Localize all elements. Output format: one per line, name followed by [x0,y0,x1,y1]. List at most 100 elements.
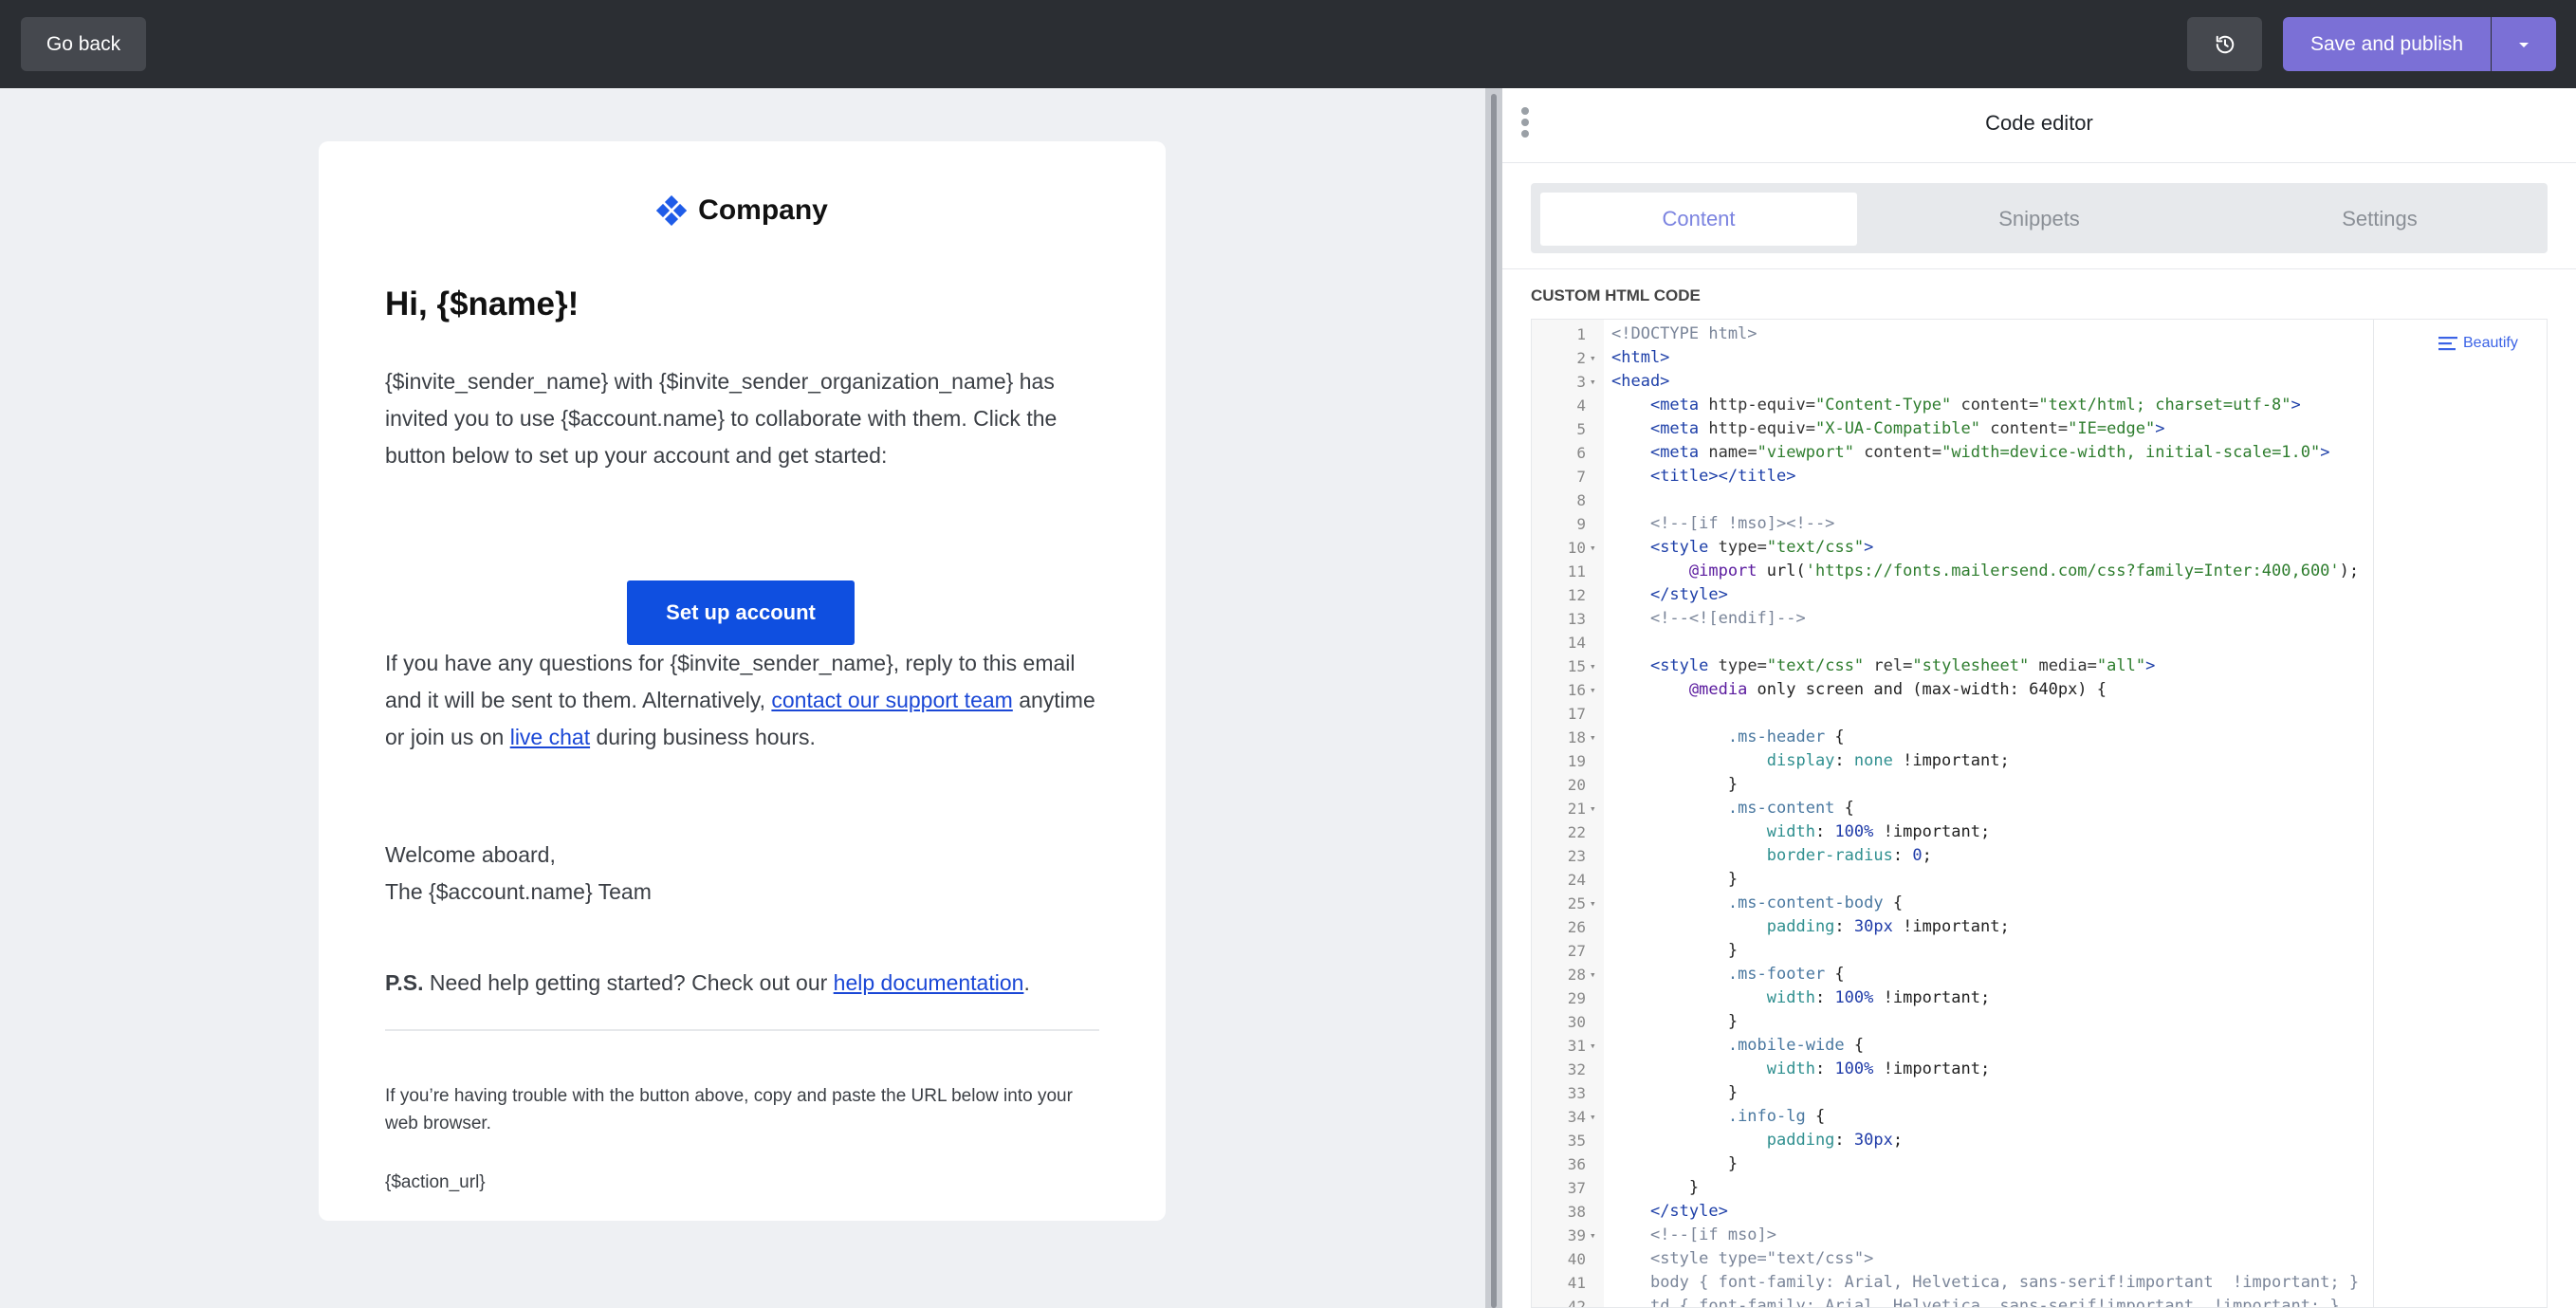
fold-toggle-icon[interactable]: ▾ [1590,654,1596,678]
ps-label: P.S. [385,970,424,995]
code-line[interactable]: 38 </style> [1532,1200,2373,1224]
tab-settings[interactable]: Settings [2221,193,2538,246]
fold-toggle-icon[interactable]: ▾ [1590,1224,1596,1247]
code-line[interactable]: 5 <meta http-equiv="X-UA-Compatible" con… [1532,417,2373,441]
code-line[interactable]: 42 td { font-family: Arial, Helvetica, s… [1532,1295,2373,1307]
code-line[interactable]: 4 <meta http-equiv="Content-Type" conten… [1532,394,2373,417]
code-line[interactable]: 28 ▾ .ms-footer { [1532,963,2373,986]
code-line[interactable]: 22 width: 100% !important; [1532,820,2373,844]
code-editor[interactable]: 1 <!DOCTYPE html> 2 ▾ <html> 3 ▾ <head> 4 <meta … [1531,319,2548,1308]
line-number: 36 [1567,1155,1586,1173]
code-line[interactable]: 11 @import url('https://fonts.mailersend… [1532,560,2373,583]
scrollbar-thumb[interactable] [1491,94,1497,1308]
line-number: 29 [1567,989,1586,1007]
code-line[interactable]: 41 body { font-family: Arial, Helvetica,… [1532,1271,2373,1295]
code-line[interactable]: 20 } [1532,773,2373,797]
tab-snippets[interactable]: Snippets [1881,193,2198,246]
fold-toggle-icon[interactable]: ▾ [1590,797,1596,820]
line-number: 40 [1567,1250,1586,1268]
code-line[interactable]: 31 ▾ .mobile-wide { [1532,1034,2373,1058]
code-line[interactable]: 13 <!--<![endif]--> [1532,607,2373,631]
code-line[interactable]: 36 } [1532,1152,2373,1176]
line-number: 6 [1576,444,1586,462]
top-bar: Go back Save and publish [0,0,2576,88]
trouble-text: If you’re having trouble with the button… [385,1086,1073,1133]
code-line[interactable]: 2 ▾ <html> [1532,346,2373,370]
fold-toggle-icon[interactable]: ▾ [1590,726,1596,749]
code-line[interactable]: 8 [1532,488,2373,512]
code-text: padding: 30px; [1766,1131,1904,1150]
code-line[interactable]: 24 } [1532,868,2373,892]
code-text: .info-lg { [1727,1107,1826,1126]
code-line[interactable]: 14 [1532,631,2373,654]
line-number: 20 [1567,776,1586,794]
code-line[interactable]: 27 } [1532,939,2373,963]
help-documentation-link[interactable]: help documentation [834,970,1024,995]
code-line[interactable]: 3 ▾ <head> [1532,370,2373,394]
code-text: } [1611,941,1739,960]
line-number: 23 [1567,847,1586,865]
code-text: } [1611,870,1739,889]
email-divider [385,1029,1099,1031]
code-line[interactable]: 21 ▾ .ms-content { [1532,797,2373,820]
company-logo-icon [656,195,688,226]
code-line[interactable]: 9 <!--[if !mso]><!--> [1532,512,2373,536]
history-button[interactable] [2187,17,2262,71]
code-line[interactable]: 6 <meta name="viewport" content="width=d… [1532,441,2373,465]
save-and-publish-button[interactable]: Save and publish [2283,17,2491,71]
publish-options-button[interactable] [2492,17,2556,71]
set-up-account-button[interactable]: Set up account [627,580,855,645]
code-line[interactable]: 23 border-radius: 0; [1532,844,2373,868]
code-text: </style> [1649,1202,1728,1221]
code-text: } [1611,775,1739,794]
contact-support-link[interactable]: contact our support team [771,688,1012,712]
code-line[interactable]: 39 ▾ <!--[if mso]> [1532,1224,2373,1247]
email-preview-pane[interactable]: Company Hi, {$name}! {$invite_sender_nam… [0,88,1485,1308]
fold-toggle-icon[interactable]: ▾ [1590,963,1596,986]
code-text: <html> [1611,348,1670,367]
code-line[interactable]: 32 width: 100% !important; [1532,1058,2373,1081]
fold-toggle-icon[interactable]: ▾ [1590,892,1596,915]
code-text: width: 100% !important; [1766,988,1991,1007]
code-line[interactable]: 10 ▾ <style type="text/css"> [1532,536,2373,560]
tab-content[interactable]: Content [1540,193,1857,246]
code-text-area[interactable]: 1 <!DOCTYPE html> 2 ▾ <html> 3 ▾ <head> 4 <meta … [1532,320,2373,1307]
line-number: 41 [1567,1274,1586,1292]
email-intro-paragraph: {$invite_sender_name} with {$invite_send… [385,369,1058,468]
code-line[interactable]: 37 } [1532,1176,2373,1200]
code-line[interactable]: 17 [1532,702,2373,726]
code-text: <meta name="viewport" content="width=dev… [1649,443,2330,462]
code-line[interactable]: 19 display: none !important; [1532,749,2373,773]
code-line[interactable]: 16 ▾ @media only screen and (max-width: 6… [1532,678,2373,702]
go-back-button[interactable]: Go back [21,17,146,71]
code-line[interactable]: 29 width: 100% !important; [1532,986,2373,1010]
live-chat-link[interactable]: live chat [510,725,590,749]
code-line[interactable]: 33 } [1532,1081,2373,1105]
fold-toggle-icon[interactable]: ▾ [1590,536,1596,560]
signoff-line-1: Welcome aboard, [385,842,556,867]
code-line[interactable]: 40 <style type="text/css"> [1532,1247,2373,1271]
fold-toggle-icon[interactable]: ▾ [1590,678,1596,702]
ps-text: Need help getting started? Check out our [423,970,834,995]
code-line[interactable]: 15 ▾ <style type="text/css" rel="styleshe… [1532,654,2373,678]
code-line[interactable]: 12 </style> [1532,583,2373,607]
code-line[interactable]: 35 padding: 30px; [1532,1129,2373,1152]
line-number: 15 [1567,657,1586,675]
code-line[interactable]: 25 ▾ .ms-content-body { [1532,892,2373,915]
fold-toggle-icon[interactable]: ▾ [1590,346,1596,370]
pane-resize-handle[interactable] [1485,88,1502,1308]
fold-toggle-icon[interactable]: ▾ [1590,370,1596,394]
code-line[interactable]: 30 } [1532,1010,2373,1034]
code-line[interactable]: 34 ▾ .info-lg { [1532,1105,2373,1129]
line-number: 4 [1576,396,1586,415]
code-line[interactable]: 1 <!DOCTYPE html> [1532,322,2373,346]
code-text: } [1611,1178,1700,1197]
beautify-button[interactable]: Beautify [2438,335,2518,352]
code-line[interactable]: 7 <title></title> [1532,465,2373,488]
line-number: 2 [1576,349,1586,367]
code-line[interactable]: 18 ▾ .ms-header { [1532,726,2373,749]
code-line[interactable]: 26 padding: 30px !important; [1532,915,2373,939]
line-number: 26 [1567,918,1586,936]
fold-toggle-icon[interactable]: ▾ [1590,1105,1596,1129]
fold-toggle-icon[interactable]: ▾ [1590,1034,1596,1058]
